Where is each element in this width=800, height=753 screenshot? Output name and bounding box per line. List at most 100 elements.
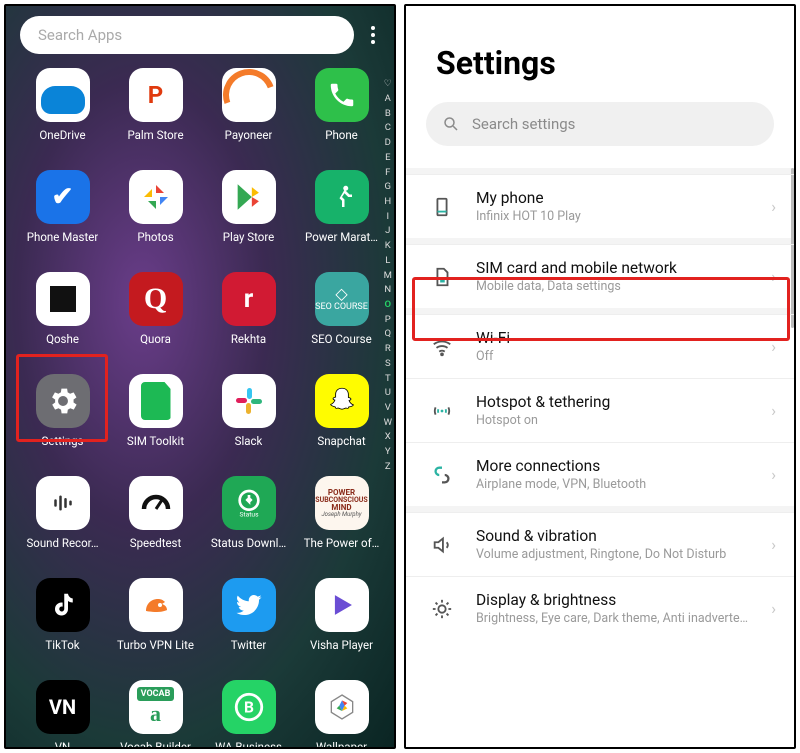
settings-item-sim[interactable]: SIM card and mobile network Mobile data, … (406, 244, 794, 308)
index-letter[interactable]: K (385, 239, 391, 254)
index-letter[interactable]: E (385, 151, 390, 166)
settings-item-sub: Airplane mode, VPN, Bluetooth (476, 477, 753, 492)
index-letter[interactable]: U (385, 386, 391, 401)
app-tiktok[interactable]: TikTok (16, 574, 109, 674)
app-power-of[interactable]: POWERSUBCONSCIOUSMINDJoseph MurphyThe Po… (295, 472, 388, 572)
index-letter[interactable]: V (385, 401, 391, 416)
more-menu-icon[interactable] (362, 16, 384, 54)
index-letter[interactable]: A (385, 92, 391, 107)
settings-item-title: Display & brightness (476, 591, 753, 609)
app-status-downloader[interactable]: StatusStatus Downl… (202, 472, 295, 572)
settings-item-sub: Mobile data, Data settings (476, 279, 753, 294)
settings-item-sub: Hotspot on (476, 413, 753, 428)
app-slack[interactable]: Slack (202, 370, 295, 470)
chevron-right-icon: › (771, 401, 776, 420)
settings-item-text: Wi-FiOff (476, 329, 753, 364)
app-seo-course[interactable]: ◇SEO COURSE SEO Course (295, 268, 388, 368)
app-label: TikTok (45, 638, 79, 652)
app-payoneer[interactable]: Payoneer (202, 64, 295, 164)
settings-item-text: Display & brightness Brightness, Eye care… (476, 591, 753, 626)
alpha-index[interactable]: ♡ABCDEFGHIJKLMNOPQRSTUVWXYZ (384, 78, 392, 475)
app-turbo-vpn[interactable]: Turbo VPN Lite (109, 574, 202, 674)
phone-master-icon (36, 170, 90, 224)
app-label: Play Store (223, 230, 274, 244)
status-downloader-icon: Status (222, 476, 276, 530)
index-letter[interactable]: N (384, 283, 391, 298)
settings-item-title: More connections (476, 457, 753, 475)
settings-search-input[interactable]: Search settings (426, 102, 774, 146)
chevron-right-icon: › (771, 465, 776, 484)
app-sound-recorder[interactable]: Sound Recor… (16, 472, 109, 572)
app-label: Settings (42, 434, 84, 448)
index-letter[interactable]: P (385, 313, 391, 328)
index-letter[interactable]: H (384, 195, 391, 210)
seo-course-icon: ◇SEO COURSE (315, 272, 369, 326)
app-quora[interactable]: QQuora (109, 268, 202, 368)
app-vn[interactable]: VNVN (16, 676, 109, 749)
app-label: Visha Player (310, 638, 373, 652)
app-visha-player[interactable]: Visha Player (295, 574, 388, 674)
settings-item-sound[interactable]: Sound & vibrationVolume adjustment, Ring… (406, 512, 794, 576)
settings-item-hotspot[interactable]: Hotspot & tetheringHotspot on › (406, 378, 794, 442)
app-rekhta[interactable]: rRekhta (202, 268, 295, 368)
index-letter[interactable]: S (385, 357, 391, 372)
app-label: Twitter (231, 638, 267, 652)
index-letter[interactable]: D (385, 136, 391, 151)
app-label: OneDrive (39, 128, 85, 142)
app-play-store[interactable]: Play Store (202, 166, 295, 266)
app-label: Vocab Builder (120, 740, 191, 749)
index-letter[interactable]: B (385, 107, 391, 122)
index-letter[interactable]: Q (385, 327, 392, 342)
app-onedrive[interactable]: OneDrive (16, 64, 109, 164)
turbo-vpn-icon (129, 578, 183, 632)
settings-item-sub: Infinix HOT 10 Play (476, 209, 753, 224)
index-letter[interactable]: O (385, 298, 392, 313)
app-qoshe[interactable]: Qoshe (16, 268, 109, 368)
app-palm-store[interactable]: PPalm Store (109, 64, 202, 164)
app-twitter[interactable]: Twitter (202, 574, 295, 674)
app-label: SEO Course (311, 332, 371, 346)
app-drawer-screen: Search Apps OneDrive PPalm Store Payonee… (4, 4, 396, 749)
app-label: Phone Master (27, 230, 98, 244)
app-photos[interactable]: Photos (109, 166, 202, 266)
index-letter[interactable]: G (385, 180, 391, 195)
index-letter[interactable]: Y (385, 445, 391, 460)
app-power-marathon[interactable]: Power Marat… (295, 166, 388, 266)
settings-item-my-phone[interactable]: My phoneInfinix HOT 10 Play › (406, 174, 794, 238)
app-vocab-builder[interactable]: VOCABaVocab Builder (109, 676, 202, 749)
app-label: Phone (325, 128, 358, 142)
twitter-icon (222, 578, 276, 632)
speedtest-icon (129, 476, 183, 530)
wa-business-icon: B (222, 680, 276, 734)
index-letter[interactable]: L (385, 254, 390, 269)
app-wa-business[interactable]: B WA Business (202, 676, 295, 749)
app-wallpaper[interactable]: Wallpaper (295, 676, 388, 749)
index-letter[interactable]: ♡ (384, 78, 392, 92)
index-letter[interactable]: M (384, 269, 392, 284)
index-letter[interactable]: J (385, 224, 390, 239)
index-letter[interactable]: R (385, 342, 391, 357)
app-sim-toolkit[interactable]: SIM Toolkit (109, 370, 202, 470)
index-letter[interactable]: T (385, 372, 391, 387)
index-letter[interactable]: F (385, 166, 390, 181)
settings-item-sub: Brightness, Eye care, Dark theme, Anti i… (476, 611, 753, 626)
app-label: WA Business (215, 740, 282, 749)
settings-item-wifi[interactable]: Wi-FiOff › (406, 314, 794, 378)
app-speedtest[interactable]: Speedtest (109, 472, 202, 572)
app-phone-master[interactable]: Phone Master (16, 166, 109, 266)
index-letter[interactable]: Z (385, 460, 391, 475)
settings-item-title: Sound & vibration (476, 527, 753, 545)
index-letter[interactable]: W (384, 416, 392, 431)
settings-item-more-connections[interactable]: More connections Airplane mode, VPN, Blue… (406, 442, 794, 506)
index-letter[interactable]: X (385, 430, 391, 445)
photos-icon (129, 170, 183, 224)
search-apps-input[interactable]: Search Apps (20, 16, 354, 54)
app-phone[interactable]: Phone (295, 64, 388, 164)
app-snapchat[interactable]: Snapchat (295, 370, 388, 470)
index-letter[interactable]: C (385, 121, 391, 136)
settings-item-text: SIM card and mobile network Mobile data, … (476, 259, 753, 294)
app-settings[interactable]: Settings (16, 370, 109, 470)
settings-item-title: SIM card and mobile network (476, 259, 753, 277)
settings-item-display[interactable]: Display & brightness Brightness, Eye care… (406, 576, 794, 640)
index-letter[interactable]: I (386, 210, 389, 225)
